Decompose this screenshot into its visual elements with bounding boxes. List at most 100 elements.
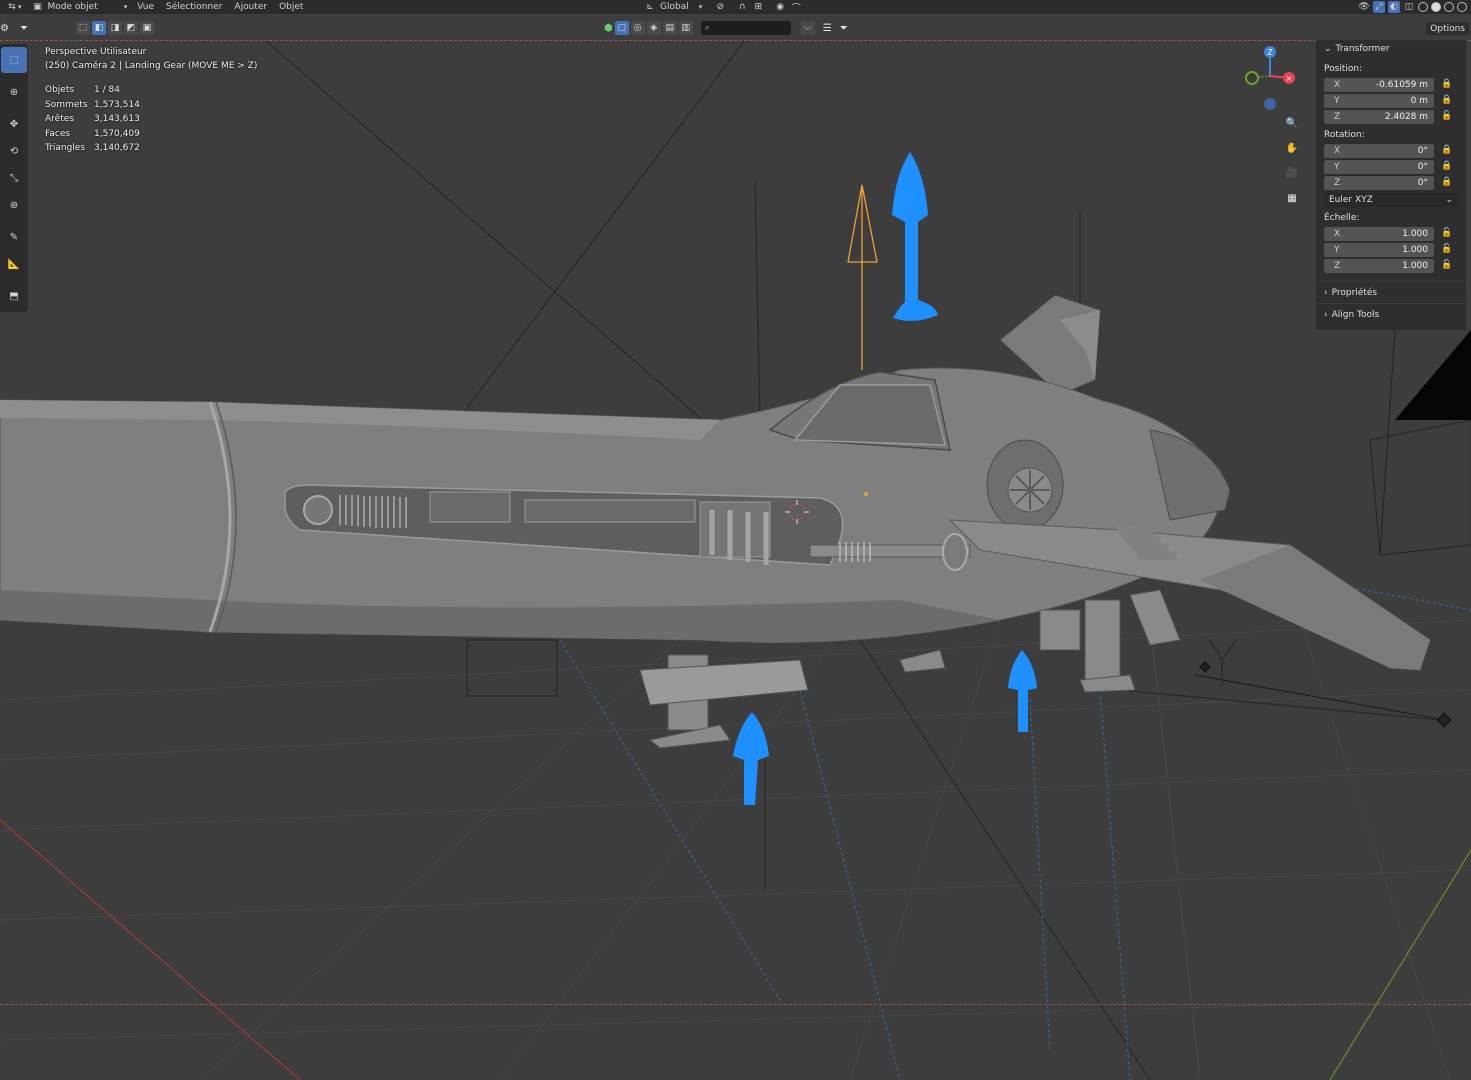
transform-tool[interactable]: ⊛ [1, 192, 27, 218]
select-extend-icon[interactable]: ◧ [92, 21, 106, 35]
rotate-tool[interactable]: ⟲ [1, 138, 27, 164]
rotation-mode-select[interactable]: Euler XYZ ⌄ [1324, 193, 1458, 207]
editor-type-icon: ⇆ [8, 2, 16, 12]
collection-color-icon[interactable]: ⬢ [604, 23, 613, 34]
falloff-icon[interactable]: ⌒ [790, 1, 802, 14]
unlock-icon[interactable]: 🔓 [1441, 260, 1453, 270]
menu-objet[interactable]: Objet [273, 2, 309, 12]
gizmo-z-label: Z [1267, 48, 1273, 57]
axis-label: Z [1334, 260, 1341, 271]
funnel-icon[interactable]: ⏷ [840, 23, 848, 34]
view-name: Perspective Utilisateur [45, 47, 147, 57]
select-invert-icon[interactable]: ◩ [124, 21, 138, 35]
chevron-down-icon: ▾ [18, 3, 22, 11]
visibility-icon[interactable]: 👁 [1358, 1, 1370, 13]
lock-icon[interactable]: 🔒 [1441, 95, 1453, 105]
add-cube-tool[interactable]: ⬒ [1, 283, 27, 309]
snap-icon[interactable]: ∩ [736, 1, 748, 13]
field-value: 2.4028 m [1384, 111, 1428, 122]
tool-settings-icon[interactable]: ⚙ [0, 23, 14, 34]
menu-vue[interactable]: Vue [131, 2, 160, 12]
camera-view-button[interactable]: 🎥 [1280, 162, 1304, 184]
scale-y-field[interactable]: Y 1.000 [1324, 242, 1434, 257]
scale-z-field[interactable]: Z 1.000 [1324, 258, 1434, 273]
mesh-filter-icon[interactable]: ◎ [630, 21, 645, 35]
lock-icon[interactable]: 🔒 [1441, 79, 1453, 89]
menu-ajouter[interactable]: Ajouter [228, 2, 273, 12]
outliner-filter-icon[interactable]: ☰ [823, 23, 832, 34]
header-bar: ⇆ ▾ ▣ Mode objet ▾ Vue Sélectionner Ajout… [0, 0, 1471, 14]
stat-value: 1 / 84 [94, 85, 120, 95]
rotation-z-field[interactable]: Z 0° [1324, 175, 1434, 190]
move-icon: ✥ [9, 118, 19, 130]
rotation-x-row: X 0° 🔒 [1316, 142, 1466, 158]
xray-icon[interactable]: ◫ [1403, 1, 1415, 13]
position-x-field[interactable]: X -0.61059 m [1324, 77, 1434, 92]
scale-x-field[interactable]: X 1.000 [1324, 226, 1434, 241]
unlock-icon[interactable]: 🔓 [1441, 111, 1453, 121]
shading-wireframe-icon[interactable] [1418, 2, 1428, 12]
properties-section-header[interactable]: › Propriétés [1316, 281, 1466, 303]
position-y-field[interactable]: Y 0 m [1324, 93, 1434, 108]
proportional-edit-icon[interactable]: ◉ [774, 1, 786, 13]
filter-options-icon[interactable]: ⌵ [800, 21, 815, 35]
lock-icon[interactable]: 🔒 [1441, 177, 1453, 187]
transform-section-header[interactable]: ⌄ Transformer [1316, 40, 1466, 58]
stat-value: 3,140,672 [94, 143, 140, 154]
scale-z-row: Z 1.000 🔓 [1316, 257, 1466, 273]
field-value: 0° [1417, 145, 1428, 156]
overlay-toggle-icon[interactable]: ◐ [1388, 1, 1400, 13]
transform-icon: ⊛ [9, 199, 19, 211]
navigation-gizmo[interactable]: Z × [1238, 42, 1302, 110]
ortho-toggle-button[interactable]: ▦ [1280, 187, 1304, 209]
measure-tool[interactable]: 📐 [1, 251, 27, 277]
camera-filter-icon[interactable]: ◈ [646, 21, 661, 35]
chevron-down-icon: ▾ [123, 3, 128, 11]
empty-filter-icon[interactable]: ▥ [678, 21, 693, 35]
zoom-button[interactable]: 🔍 [1280, 112, 1304, 134]
select-box-tool[interactable]: ⬚ [1, 47, 27, 73]
hand-icon: ✋ [1285, 142, 1299, 154]
shading-solid-icon[interactable] [1431, 2, 1441, 12]
mode-dropdown[interactable]: ▣ Mode objet ▾ [28, 1, 132, 13]
scale-tool[interactable]: ⤡ [1, 165, 27, 191]
unlock-icon[interactable]: 🔓 [1441, 244, 1453, 254]
light-filter-icon[interactable]: ▤ [662, 21, 677, 35]
object-type-icon[interactable]: ▢ [614, 21, 629, 35]
select-new-icon[interactable]: ⬚ [76, 21, 90, 35]
orientation-dropdown[interactable]: ⊾ Global ▾ ⊘ ∩ ⊞ ◉ ⌒ [640, 1, 806, 14]
filter-icon[interactable]: ⏷ [20, 23, 34, 34]
gizmo-toggle-icon[interactable]: ⤢ [1373, 1, 1385, 13]
shading-material-icon[interactable] [1444, 2, 1454, 12]
options-button[interactable]: Options [1426, 22, 1469, 35]
chevron-down-icon: ⌄ [1445, 195, 1453, 205]
select-intersect-icon[interactable]: ▣ [140, 21, 154, 35]
gizmo-y-negative [1245, 71, 1259, 85]
pivot-icon[interactable]: ⊘ [714, 1, 726, 13]
annotate-tool[interactable]: ✎ [1, 224, 27, 250]
3d-viewport[interactable] [0, 0, 1471, 1080]
position-z-field[interactable]: Z 2.4028 m [1324, 109, 1434, 124]
lock-icon[interactable]: 🔒 [1441, 161, 1453, 171]
search-input[interactable]: ⌕ [700, 21, 791, 35]
cursor-arrow-icon: ⬚ [9, 54, 19, 66]
scale-x-row: X 1.000 🔓 [1316, 225, 1466, 241]
mode-label: Mode objet [47, 2, 98, 12]
menu-selectionner[interactable]: Sélectionner [160, 2, 228, 12]
pan-button[interactable]: ✋ [1280, 137, 1304, 159]
snap-target-icon[interactable]: ⊞ [752, 1, 764, 13]
rotation-y-field[interactable]: Y 0° [1324, 159, 1434, 174]
editor-type-button[interactable]: ⇆ ▾ [0, 0, 28, 14]
move-tool[interactable]: ✥ [1, 111, 27, 137]
lock-icon[interactable]: 🔒 [1441, 145, 1453, 155]
shading-rendered-icon[interactable] [1457, 2, 1467, 12]
axis-label: Z [1334, 177, 1341, 188]
select-subtract-icon[interactable]: ◨ [108, 21, 122, 35]
rotation-x-field[interactable]: X 0° [1324, 143, 1434, 158]
unlock-icon[interactable]: 🔓 [1441, 228, 1453, 238]
options-label: Options [1430, 23, 1465, 34]
align-tools-section-header[interactable]: › Align Tools [1316, 303, 1466, 325]
cursor-tool[interactable]: ⊕ [1, 79, 27, 105]
svg-text:×: × [1286, 74, 1293, 83]
rotation-mode-value: Euler XYZ [1329, 195, 1373, 205]
